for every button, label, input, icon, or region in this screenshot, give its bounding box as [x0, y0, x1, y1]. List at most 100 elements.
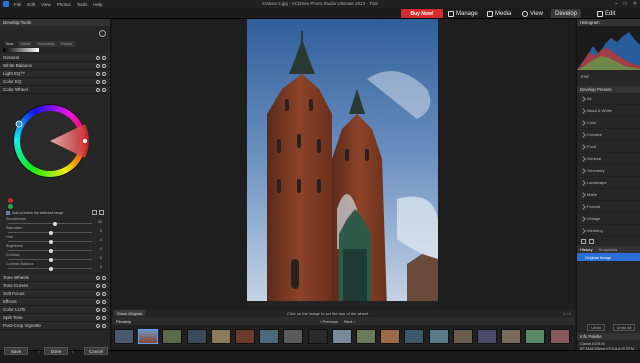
- reset-icon[interactable]: [96, 55, 100, 60]
- auto-preview-checkbox[interactable]: [6, 211, 10, 215]
- visibility-icon[interactable]: [102, 275, 106, 280]
- undo-button[interactable]: Undo: [587, 324, 605, 331]
- preset-item[interactable]: General: [577, 153, 640, 165]
- preset-settings-icon[interactable]: [589, 239, 594, 244]
- filmstrip-thumbnail[interactable]: [549, 329, 570, 344]
- filmstrip-thumbnail[interactable]: [380, 329, 401, 344]
- preset-item[interactable]: Black & White: [577, 105, 640, 117]
- section-effects[interactable]: Effects: [0, 298, 110, 306]
- filmstrip-thumbnail[interactable]: [235, 329, 255, 344]
- section-split-tone[interactable]: Split Tone: [0, 314, 110, 322]
- filmstrip-previous[interactable]: ‹ Previous: [320, 319, 338, 324]
- reset-icon[interactable]: [96, 283, 100, 288]
- target-icon[interactable]: [8, 204, 13, 209]
- filmstrip-thumbnail[interactable]: [331, 329, 352, 344]
- previous-arrow-icon[interactable]: ‹: [38, 349, 40, 355]
- section-soft-focus[interactable]: Soft Focus: [0, 290, 110, 298]
- reset-icon[interactable]: [96, 87, 100, 92]
- eyedropper-icon[interactable]: [8, 198, 13, 203]
- preset-item[interactable]: Matte: [577, 189, 640, 201]
- section-color-eq[interactable]: Color EQ: [0, 78, 110, 86]
- next-arrow-icon[interactable]: ›: [72, 349, 74, 355]
- maximize-icon[interactable]: □: [624, 1, 627, 7]
- reset-icon[interactable]: [96, 307, 100, 312]
- reset-icon[interactable]: [96, 79, 100, 84]
- preset-item[interactable]: Landscape: [577, 177, 640, 189]
- section-post-crop-vignette[interactable]: Post-Crop Vignette: [0, 322, 110, 330]
- filmstrip-thumbnail[interactable]: [162, 329, 183, 344]
- filmstrip-thumbnail[interactable]: [210, 329, 231, 344]
- reset-icon[interactable]: [96, 275, 100, 280]
- slider-3[interactable]: Brightness 0: [0, 244, 110, 253]
- filmstrip-thumbnail[interactable]: [307, 329, 328, 344]
- section-color-luts[interactable]: Color LUTs: [0, 306, 110, 314]
- undo-all-button[interactable]: Undo All: [613, 324, 635, 331]
- reset-icon[interactable]: [96, 299, 100, 304]
- slider-4[interactable]: Contrast 0: [0, 253, 110, 262]
- visibility-icon[interactable]: [102, 79, 106, 84]
- preset-item[interactable]: Geometry: [577, 165, 640, 177]
- save-button[interactable]: Save: [4, 347, 28, 355]
- slider-1[interactable]: Saturation 0: [0, 226, 110, 235]
- preset-item[interactable]: Food: [577, 141, 640, 153]
- tab-repair[interactable]: Repair: [57, 41, 76, 47]
- reset-icon[interactable]: [96, 291, 100, 296]
- mode-develop[interactable]: Develop: [551, 9, 582, 18]
- slider-track[interactable]: [8, 223, 92, 224]
- tab-geometry[interactable]: Geometry: [34, 41, 57, 47]
- visibility-icon[interactable]: [102, 63, 106, 68]
- visibility-icon[interactable]: [102, 315, 106, 320]
- visibility-icon[interactable]: [102, 291, 106, 296]
- filmstrip-thumbnail[interactable]: [404, 329, 425, 344]
- mode-media[interactable]: Media: [487, 9, 511, 18]
- preset-item[interactable]: Color: [577, 117, 640, 129]
- tab-snapshots[interactable]: Snapshots: [595, 246, 620, 253]
- mode-manage[interactable]: Manage: [448, 9, 478, 18]
- minimize-icon[interactable]: –: [615, 1, 618, 7]
- close-icon[interactable]: ✕: [633, 1, 637, 7]
- section-light-eq[interactable]: Light EQ™: [0, 70, 110, 78]
- slider-knob[interactable]: [48, 248, 53, 253]
- visibility-icon[interactable]: [102, 323, 106, 328]
- filmstrip-thumbnail[interactable]: [477, 329, 497, 344]
- slider-0[interactable]: Smoothness 20: [0, 217, 110, 226]
- tab-history[interactable]: History: [577, 246, 595, 253]
- slider-5[interactable]: Contrast Balance 0: [0, 262, 110, 271]
- filmstrip-thumbnail[interactable]: [259, 329, 280, 344]
- eyedropper-tool-icon[interactable]: [92, 210, 97, 215]
- section-general[interactable]: General: [0, 54, 110, 62]
- filmstrip-thumbnail[interactable]: [114, 329, 134, 344]
- filmstrip-thumbnail[interactable]: [501, 329, 522, 344]
- preset-item[interactable]: Vintage: [577, 213, 640, 225]
- mode-edit[interactable]: Edit: [597, 9, 615, 18]
- slider-knob[interactable]: [48, 266, 53, 271]
- reset-icon[interactable]: [96, 63, 100, 68]
- gear-icon[interactable]: [99, 30, 106, 37]
- section-tone-wheels[interactable]: Tone Wheels: [0, 274, 110, 282]
- filmstrip-thumbnail[interactable]: [525, 329, 546, 344]
- filmstrip-thumbnail[interactable]: [138, 329, 159, 344]
- visibility-icon[interactable]: [102, 283, 106, 288]
- buy-now-button[interactable]: Buy Now!: [401, 9, 443, 18]
- add-preset-icon[interactable]: [581, 239, 586, 244]
- reset-icon[interactable]: [96, 323, 100, 328]
- section-tone-curves[interactable]: Tone Curves: [0, 282, 110, 290]
- done-button[interactable]: Done: [44, 347, 68, 355]
- filmstrip-next[interactable]: Next ›: [344, 319, 355, 324]
- visibility-icon[interactable]: [102, 307, 106, 312]
- history-item[interactable]: Original Image: [577, 253, 640, 261]
- slider-knob[interactable]: [52, 221, 57, 226]
- slider-2[interactable]: Hue 0: [0, 235, 110, 244]
- photo-preview[interactable]: [247, 19, 438, 308]
- visibility-icon[interactable]: [102, 55, 106, 60]
- section-color-wheel[interactable]: Color Wheel: [0, 86, 110, 94]
- visibility-icon[interactable]: [102, 299, 106, 304]
- show-original-button[interactable]: Show Original: [114, 310, 145, 316]
- preset-item[interactable]: Creative: [577, 129, 640, 141]
- visibility-icon[interactable]: [102, 87, 106, 92]
- color-wheel[interactable]: [0, 94, 111, 198]
- reset-icon[interactable]: [96, 315, 100, 320]
- slider-knob[interactable]: [48, 230, 53, 235]
- filmstrip-thumbnail[interactable]: [356, 329, 376, 344]
- slider-knob[interactable]: [48, 239, 53, 244]
